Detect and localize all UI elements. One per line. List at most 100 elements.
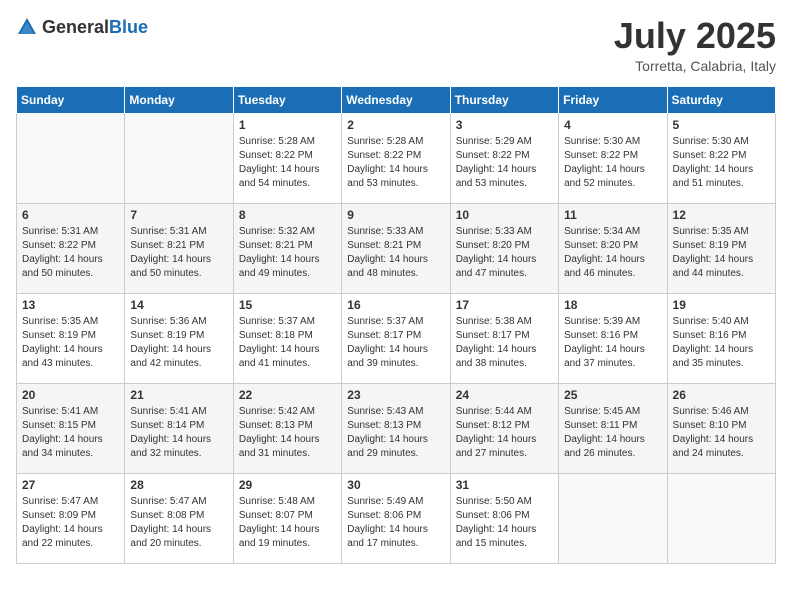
- day-info: Sunrise: 5:41 AMSunset: 8:14 PMDaylight:…: [130, 405, 227, 461]
- location-title: Torretta, Calabria, Italy: [614, 58, 776, 74]
- day-number: 14: [130, 298, 227, 312]
- day-info: Sunrise: 5:38 AMSunset: 8:17 PMDaylight:…: [456, 315, 553, 371]
- calendar-cell: [17, 113, 125, 203]
- day-info: Sunrise: 5:33 AMSunset: 8:20 PMDaylight:…: [456, 225, 553, 281]
- day-number: 10: [456, 208, 553, 222]
- calendar-cell: [125, 113, 233, 203]
- day-number: 11: [564, 208, 661, 222]
- calendar-cell: 18 Sunrise: 5:39 AMSunset: 8:16 PMDayligh…: [559, 293, 667, 383]
- calendar-cell: 30Sunrise: 5:49 AMSunset: 8:06 PMDayligh…: [342, 473, 450, 563]
- calendar-cell: [559, 473, 667, 563]
- day-number: 6: [22, 208, 119, 222]
- day-info: Sunrise: 5:32 AMSunset: 8:21 PMDaylight:…: [239, 225, 336, 281]
- day-number: 12: [673, 208, 770, 222]
- day-number: 4: [564, 118, 661, 132]
- calendar-week-row: 27 Sunrise: 5:47 AMSunset: 8:09 PMDayligh…: [17, 473, 776, 563]
- page-header: GeneralBlue July 2025 Torretta, Calabria…: [16, 16, 776, 74]
- day-number: 7: [130, 208, 227, 222]
- calendar-cell: 9 Sunrise: 5:33 AMSunset: 8:21 PMDaylight…: [342, 203, 450, 293]
- logo-text-blue: Blue: [109, 17, 148, 37]
- logo-text-general: General: [42, 17, 109, 37]
- day-info: Sunrise: 5:33 AMSunset: 8:21 PMDaylight:…: [347, 225, 444, 281]
- day-number: 25: [564, 388, 661, 402]
- weekday-header-saturday: Saturday: [667, 86, 775, 113]
- weekday-header-friday: Friday: [559, 86, 667, 113]
- day-info: Sunrise: 5:35 AMSunset: 8:19 PMDaylight:…: [673, 225, 770, 281]
- day-info: Sunrise: 5:37 AMSunset: 8:17 PMDaylight:…: [347, 315, 444, 371]
- calendar-cell: 24Sunrise: 5:44 AMSunset: 8:12 PMDayligh…: [450, 383, 558, 473]
- calendar-week-row: 13 Sunrise: 5:35 AMSunset: 8:19 PMDayligh…: [17, 293, 776, 383]
- weekday-header-row: SundayMondayTuesdayWednesdayThursdayFrid…: [17, 86, 776, 113]
- day-number: 24: [456, 388, 553, 402]
- day-number: 15: [239, 298, 336, 312]
- day-number: 8: [239, 208, 336, 222]
- day-info: Sunrise: 5:30 AMSunset: 8:22 PMDaylight:…: [564, 135, 661, 191]
- day-info: Sunrise: 5:46 AMSunset: 8:10 PMDaylight:…: [673, 405, 770, 461]
- calendar-cell: 26 Sunrise: 5:46 AMSunset: 8:10 PMDayligh…: [667, 383, 775, 473]
- calendar-cell: 15Sunrise: 5:37 AMSunset: 8:18 PMDayligh…: [233, 293, 341, 383]
- weekday-header-tuesday: Tuesday: [233, 86, 341, 113]
- calendar-cell: 6 Sunrise: 5:31 AMSunset: 8:22 PMDaylight…: [17, 203, 125, 293]
- day-info: Sunrise: 5:40 AMSunset: 8:16 PMDaylight:…: [673, 315, 770, 371]
- day-number: 1: [239, 118, 336, 132]
- logo: GeneralBlue: [16, 16, 148, 38]
- day-number: 28: [130, 478, 227, 492]
- calendar-cell: 7 Sunrise: 5:31 AMSunset: 8:21 PMDaylight…: [125, 203, 233, 293]
- calendar-cell: 31 Sunrise: 5:50 AMSunset: 8:06 PMDayligh…: [450, 473, 558, 563]
- calendar-cell: 11Sunrise: 5:34 AMSunset: 8:20 PMDayligh…: [559, 203, 667, 293]
- day-number: 13: [22, 298, 119, 312]
- calendar-cell: 2 Sunrise: 5:28 AMSunset: 8:22 PMDaylight…: [342, 113, 450, 203]
- calendar-cell: 22Sunrise: 5:42 AMSunset: 8:13 PMDayligh…: [233, 383, 341, 473]
- day-info: Sunrise: 5:48 AMSunset: 8:07 PMDaylight:…: [239, 495, 336, 551]
- day-info: Sunrise: 5:43 AMSunset: 8:13 PMDaylight:…: [347, 405, 444, 461]
- calendar-cell: 1 Sunrise: 5:28 AMSunset: 8:22 PMDaylight…: [233, 113, 341, 203]
- day-info: Sunrise: 5:31 AMSunset: 8:21 PMDaylight:…: [130, 225, 227, 281]
- calendar-cell: 12 Sunrise: 5:35 AMSunset: 8:19 PMDayligh…: [667, 203, 775, 293]
- calendar-cell: 29 Sunrise: 5:48 AMSunset: 8:07 PMDayligh…: [233, 473, 341, 563]
- day-info: Sunrise: 5:28 AMSunset: 8:22 PMDaylight:…: [347, 135, 444, 191]
- day-number: 26: [673, 388, 770, 402]
- day-number: 18: [564, 298, 661, 312]
- calendar-cell: 19 Sunrise: 5:40 AMSunset: 8:16 PMDayligh…: [667, 293, 775, 383]
- calendar-cell: 20 Sunrise: 5:41 AMSunset: 8:15 PMDayligh…: [17, 383, 125, 473]
- day-info: Sunrise: 5:36 AMSunset: 8:19 PMDaylight:…: [130, 315, 227, 371]
- day-info: Sunrise: 5:30 AMSunset: 8:22 PMDaylight:…: [673, 135, 770, 191]
- day-number: 2: [347, 118, 444, 132]
- day-info: Sunrise: 5:31 AMSunset: 8:22 PMDaylight:…: [22, 225, 119, 281]
- calendar-table: SundayMondayTuesdayWednesdayThursdayFrid…: [16, 86, 776, 564]
- day-number: 29: [239, 478, 336, 492]
- weekday-header-wednesday: Wednesday: [342, 86, 450, 113]
- calendar-cell: 17Sunrise: 5:38 AMSunset: 8:17 PMDayligh…: [450, 293, 558, 383]
- calendar-cell: 4 Sunrise: 5:30 AMSunset: 8:22 PMDaylight…: [559, 113, 667, 203]
- day-info: Sunrise: 5:45 AMSunset: 8:11 PMDaylight:…: [564, 405, 661, 461]
- calendar-week-row: 20 Sunrise: 5:41 AMSunset: 8:15 PMDayligh…: [17, 383, 776, 473]
- day-info: Sunrise: 5:50 AMSunset: 8:06 PMDaylight:…: [456, 495, 553, 551]
- day-number: 9: [347, 208, 444, 222]
- day-info: Sunrise: 5:47 AMSunset: 8:09 PMDaylight:…: [22, 495, 119, 551]
- day-number: 23: [347, 388, 444, 402]
- calendar-cell: 5 Sunrise: 5:30 AMSunset: 8:22 PMDaylight…: [667, 113, 775, 203]
- calendar-week-row: 1 Sunrise: 5:28 AMSunset: 8:22 PMDaylight…: [17, 113, 776, 203]
- day-number: 20: [22, 388, 119, 402]
- calendar-cell: 13 Sunrise: 5:35 AMSunset: 8:19 PMDayligh…: [17, 293, 125, 383]
- title-block: July 2025 Torretta, Calabria, Italy: [614, 16, 776, 74]
- day-info: Sunrise: 5:47 AMSunset: 8:08 PMDaylight:…: [130, 495, 227, 551]
- day-info: Sunrise: 5:28 AMSunset: 8:22 PMDaylight:…: [239, 135, 336, 191]
- weekday-header-monday: Monday: [125, 86, 233, 113]
- day-number: 19: [673, 298, 770, 312]
- day-number: 21: [130, 388, 227, 402]
- day-info: Sunrise: 5:49 AMSunset: 8:06 PMDaylight:…: [347, 495, 444, 551]
- calendar-cell: 21 Sunrise: 5:41 AMSunset: 8:14 PMDayligh…: [125, 383, 233, 473]
- day-number: 3: [456, 118, 553, 132]
- logo-icon: [16, 16, 38, 38]
- day-number: 5: [673, 118, 770, 132]
- day-number: 27: [22, 478, 119, 492]
- calendar-cell: 25 Sunrise: 5:45 AMSunset: 8:11 PMDayligh…: [559, 383, 667, 473]
- day-info: Sunrise: 5:39 AMSunset: 8:16 PMDaylight:…: [564, 315, 661, 371]
- calendar-cell: 10 Sunrise: 5:33 AMSunset: 8:20 PMDayligh…: [450, 203, 558, 293]
- day-info: Sunrise: 5:41 AMSunset: 8:15 PMDaylight:…: [22, 405, 119, 461]
- weekday-header-sunday: Sunday: [17, 86, 125, 113]
- day-info: Sunrise: 5:35 AMSunset: 8:19 PMDaylight:…: [22, 315, 119, 371]
- day-number: 31: [456, 478, 553, 492]
- day-number: 22: [239, 388, 336, 402]
